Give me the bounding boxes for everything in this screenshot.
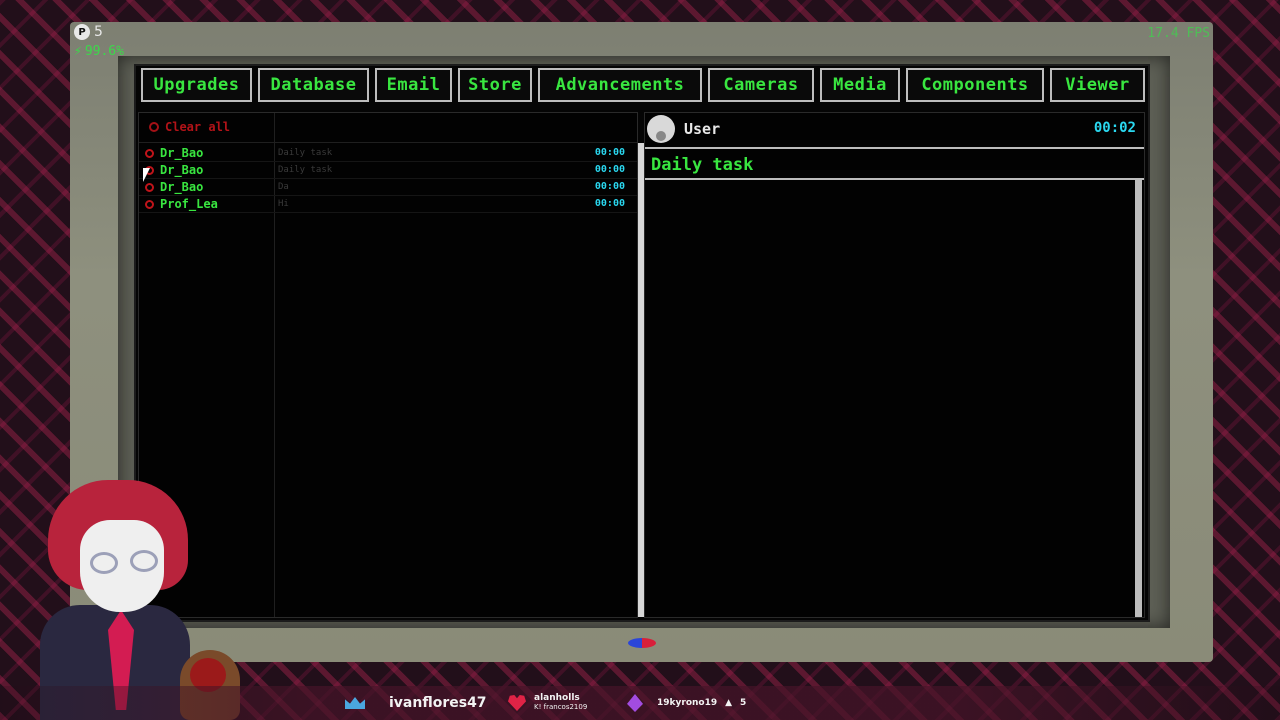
clear-icon xyxy=(149,122,159,132)
message-subject-bar: Daily task xyxy=(645,147,1144,180)
donor-name: alanholls xyxy=(534,693,580,703)
subscriber-name: ivanflores47 xyxy=(389,695,487,711)
bolt-icon: ⚡ xyxy=(74,44,82,59)
mouse-cursor-icon xyxy=(143,168,150,182)
overlay-percent: ⚡ 99.6% xyxy=(74,44,124,59)
email-time: 00:00 xyxy=(594,198,625,209)
tab-cameras[interactable]: Cameras xyxy=(708,68,814,102)
email-subject: Daily task xyxy=(278,165,333,175)
tab-database[interactable]: Database xyxy=(258,68,369,102)
counter-icon: P xyxy=(74,24,90,40)
email-row[interactable]: Prof_Lea Hi 00:00 xyxy=(139,196,637,213)
streamer-avatar xyxy=(30,480,200,720)
clear-all-button[interactable]: Clear all xyxy=(149,120,230,134)
clear-all-label: Clear all xyxy=(165,120,231,134)
delete-icon[interactable] xyxy=(145,183,154,192)
message-scrollbar[interactable] xyxy=(1135,180,1142,617)
ticker-donor: alanholls K! francos2109 xyxy=(508,686,587,720)
email-list-header: Clear all xyxy=(139,113,637,143)
user-avatar-icon xyxy=(647,115,675,143)
message-header: User 00:02 xyxy=(645,113,1144,145)
donor-block: alanholls K! francos2109 xyxy=(534,694,587,712)
donor-sub: K! francos2109 xyxy=(534,703,588,711)
tab-components[interactable]: Components xyxy=(906,68,1044,102)
delete-icon[interactable] xyxy=(145,200,154,209)
gifter-name: 19kyrono19 xyxy=(657,698,718,708)
overlay-counter: P 5 xyxy=(74,24,103,40)
delete-icon[interactable] xyxy=(145,149,154,158)
ticker-subscriber: ivanflores47 xyxy=(345,686,487,720)
screen-marker-icon xyxy=(628,638,656,648)
heart-icon xyxy=(508,695,526,711)
email-sender: Dr_Bao xyxy=(160,180,204,194)
avatar-glasses-right xyxy=(130,550,158,572)
gift-count-icon: ▲ xyxy=(725,698,733,708)
email-row[interactable]: Dr_Bao Daily task 00:00 xyxy=(139,162,637,179)
tab-media[interactable]: Media xyxy=(820,68,900,102)
crown-icon xyxy=(345,697,365,709)
message-body xyxy=(645,182,1134,617)
tab-bar: Upgrades Database Email Store Advancemen… xyxy=(141,68,1145,102)
counter-value: 5 xyxy=(94,24,103,40)
email-subject: Da xyxy=(278,182,289,192)
stream-ticker: ivanflores47 alanholls K! francos2109 19… xyxy=(0,686,1280,720)
email-subject: Daily task xyxy=(278,148,333,158)
fps-readout: 17.4 FPS xyxy=(1147,26,1210,41)
email-time: 00:00 xyxy=(594,147,625,158)
ticker-gifter: 19kyrono19 ▲ 5 xyxy=(627,686,746,720)
tab-email[interactable]: Email xyxy=(375,68,452,102)
avatar-glasses-left xyxy=(90,552,118,574)
email-subject: Hi xyxy=(278,199,289,209)
tab-viewer[interactable]: Viewer xyxy=(1050,68,1145,102)
tab-store[interactable]: Store xyxy=(458,68,532,102)
message-view-panel: User 00:02 Daily task xyxy=(644,112,1145,618)
email-time: 00:00 xyxy=(594,164,625,175)
email-sender: Dr_Bao xyxy=(160,146,204,160)
gift-count: 5 xyxy=(740,698,747,708)
tab-advancements[interactable]: Advancements xyxy=(538,68,702,102)
message-subject: Daily task xyxy=(651,155,754,175)
message-time: 00:02 xyxy=(1093,120,1136,136)
percent-value: 99.6% xyxy=(84,44,124,59)
email-list-panel: Clear all Dr_Bao Daily task 00:00 Dr_Bao… xyxy=(138,112,645,618)
email-sender: Dr_Bao xyxy=(160,163,204,177)
email-row[interactable]: Dr_Bao Da 00:00 xyxy=(139,179,637,196)
gem-icon xyxy=(627,694,643,712)
tab-upgrades[interactable]: Upgrades xyxy=(141,68,252,102)
email-sender: Prof_Lea xyxy=(160,197,218,211)
email-row[interactable]: Dr_Bao Daily task 00:00 xyxy=(139,145,637,162)
message-from: User xyxy=(684,120,721,138)
email-time: 00:00 xyxy=(594,181,625,192)
